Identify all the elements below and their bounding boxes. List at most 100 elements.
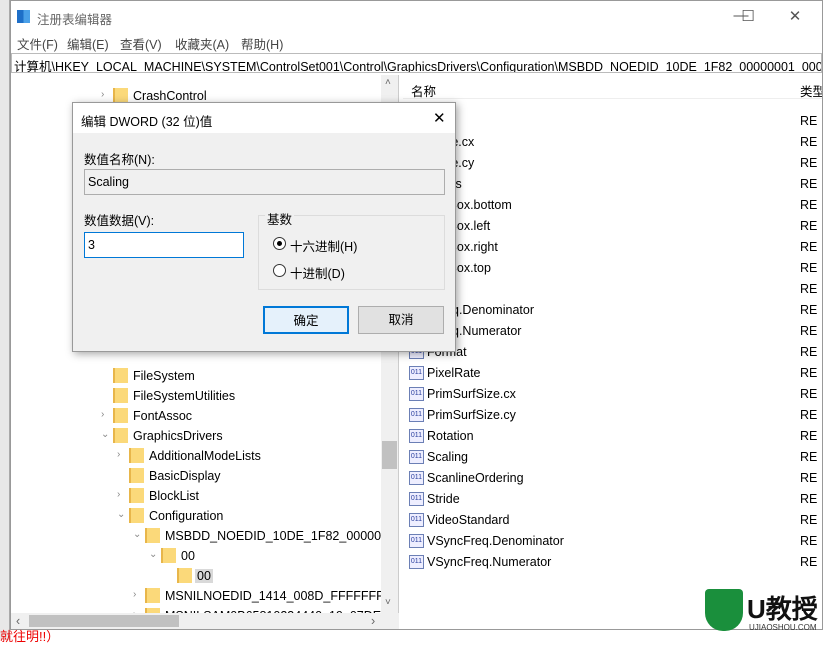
value-row[interactable]: 011 PrimSurfSize.cy RE: [403, 405, 822, 426]
dialog-title-bar: 编辑 DWORD (32 位)值 ✕: [73, 103, 455, 133]
tree-item[interactable]: ›MSNILSAM0B65810234440_19_07DE_: [11, 606, 388, 613]
value-row[interactable]: 011ClipBox.bottomRE: [403, 195, 822, 216]
tree-horizontal-scrollbar[interactable]: ‹ ›: [11, 613, 399, 629]
value-row[interactable]: 011eSize.cxRE: [403, 132, 822, 153]
cancel-button[interactable]: 取消: [358, 306, 444, 334]
dialog-close-button[interactable]: ✕: [433, 109, 446, 127]
tree-item-label[interactable]: CrashControl: [131, 89, 209, 103]
tree-item-label[interactable]: AdditionalModeLists: [147, 449, 263, 463]
column-type[interactable]: 类型: [800, 81, 822, 100]
scroll-up-icon[interactable]: ˄: [385, 77, 391, 88]
ok-button[interactable]: 确定: [263, 306, 349, 334]
expand-arrow-icon[interactable]: ⌄: [133, 529, 141, 540]
tree-item-label[interactable]: FontAssoc: [131, 409, 194, 423]
tree-item-label[interactable]: MSNILNOEDID_1414_008D_FFFFFFFF_F: [163, 589, 398, 603]
value-row[interactable]: 011)RE: [403, 111, 822, 132]
value-row[interactable]: 011 Scaling RE: [403, 447, 822, 468]
value-row[interactable]: 011 ScanlineOrdering RE: [403, 468, 822, 489]
hex-label[interactable]: 十六进制(H): [290, 236, 357, 255]
value-data-label: 数值数据(V):: [84, 214, 155, 228]
column-name[interactable]: 名称: [411, 81, 436, 100]
value-row[interactable]: 011RE: [403, 279, 822, 300]
expand-arrow-icon[interactable]: ›: [117, 449, 120, 460]
menu-help[interactable]: 帮助(H): [241, 34, 283, 53]
value-row[interactable]: 011 Rotation RE: [403, 426, 822, 447]
watermark-logo: U教授 UJIAOSHOU.COM: [705, 585, 825, 640]
tree-item-label[interactable]: 00: [179, 549, 197, 563]
expand-arrow-icon[interactable]: ›: [117, 489, 120, 500]
watermark-sub: UJIAOSHOU.COM: [749, 623, 817, 632]
value-row[interactable]: 011 Stride RE: [403, 489, 822, 510]
tree-item-label[interactable]: FileSystemUtilities: [131, 389, 237, 403]
tree-item[interactable]: ⌄ 00: [11, 546, 381, 566]
value-name: PrimSurfSize.cy: [427, 408, 516, 422]
folder-icon: [161, 548, 176, 563]
menu-view[interactable]: 查看(V): [120, 34, 162, 53]
tree-item[interactable]: 00: [11, 566, 381, 586]
expand-arrow-icon[interactable]: ›: [101, 89, 104, 100]
menu-favorites[interactable]: 收藏夹(A): [175, 34, 229, 53]
value-row[interactable]: 011ClipBox.topRE: [403, 258, 822, 279]
expand-arrow-icon[interactable]: ⌄: [149, 549, 157, 560]
tree-item-label[interactable]: Configuration: [147, 509, 225, 523]
value-row[interactable]: 011cFreq.NumeratorRE: [403, 321, 822, 342]
value-row[interactable]: 011rBasisRE: [403, 174, 822, 195]
tree-item[interactable]: BasicDisplay: [11, 466, 381, 486]
value-row[interactable]: 011 PixelRate RE: [403, 363, 822, 384]
expand-arrow-icon[interactable]: ›: [133, 589, 136, 600]
menu-edit[interactable]: 编辑(E): [67, 34, 109, 53]
shield-icon: [705, 589, 743, 631]
tree-item[interactable]: › BlockList: [11, 486, 381, 506]
hex-radio[interactable]: [273, 237, 286, 250]
tree-item-label[interactable]: MSBDD_NOEDID_10DE_1F82_0000000: [163, 529, 397, 543]
value-row[interactable]: 011 PrimSurfSize.cx RE: [403, 384, 822, 405]
value-type: RE: [800, 324, 818, 338]
value-row[interactable]: 011 VSyncFreq.Numerator RE: [403, 552, 822, 573]
tree-item[interactable]: › AdditionalModeLists: [11, 446, 381, 466]
tree-item[interactable]: › FontAssoc: [11, 406, 381, 426]
close-button[interactable]: ✕: [785, 7, 805, 27]
tree-item-label[interactable]: 00: [195, 569, 213, 583]
value-row[interactable]: 011ClipBox.leftRE: [403, 216, 822, 237]
value-row[interactable]: 011eSize.cyRE: [403, 153, 822, 174]
window-title: 注册表编辑器: [37, 13, 113, 27]
tree-item-label[interactable]: BasicDisplay: [147, 469, 223, 483]
tree-item[interactable]: ⌄ MSBDD_NOEDID_10DE_1F82_0000000: [11, 526, 395, 546]
edit-dword-dialog: 编辑 DWORD (32 位)值 ✕ 数值名称(N): Scaling 数值数据…: [72, 102, 456, 352]
dword-value-icon: 011: [409, 387, 424, 401]
value-row[interactable]: 011 VideoStandard RE: [403, 510, 822, 531]
dword-value-icon: 011: [409, 450, 424, 464]
scroll-down-icon[interactable]: ˅: [385, 597, 391, 608]
tree-item[interactable]: FileSystem: [11, 366, 381, 386]
value-type: RE: [800, 429, 818, 443]
dword-value-icon: 011: [409, 408, 424, 422]
maximize-button[interactable]: ☐: [738, 7, 758, 27]
address-bar[interactable]: 计算机\HKEY_LOCAL_MACHINE\SYSTEM\ControlSet…: [11, 53, 822, 73]
expand-arrow-icon[interactable]: ›: [101, 409, 104, 420]
value-row[interactable]: 011FormatRE: [403, 342, 822, 363]
expand-arrow-icon[interactable]: ⌄: [117, 509, 125, 520]
tree-item[interactable]: FileSystemUtilities: [11, 386, 381, 406]
tree-item-label[interactable]: BlockList: [147, 489, 201, 503]
tree-item[interactable]: › MSNILNOEDID_1414_008D_FFFFFFFF_F: [11, 586, 398, 606]
scroll-thumb[interactable]: [382, 441, 397, 469]
value-type: RE: [800, 177, 818, 191]
value-row[interactable]: 011cFreq.DenominatorRE: [403, 300, 822, 321]
value-type: RE: [800, 555, 818, 569]
folder-icon: [129, 468, 144, 483]
dec-label[interactable]: 十进制(D): [290, 263, 345, 282]
dec-radio[interactable]: [273, 264, 286, 277]
value-data-input[interactable]: 3: [84, 232, 244, 258]
tree-item[interactable]: ⌄ Configuration: [11, 506, 381, 526]
value-row[interactable]: 011 VSyncFreq.Denominator RE: [403, 531, 822, 552]
tree-item-label[interactable]: GraphicsDrivers: [131, 429, 225, 443]
scroll-right-icon[interactable]: ›: [371, 614, 375, 628]
expand-arrow-icon[interactable]: ⌄: [101, 429, 109, 440]
value-name: Scaling: [427, 450, 468, 464]
tree-item[interactable]: ⌄ GraphicsDrivers: [11, 426, 381, 446]
value-row[interactable]: 011ClipBox.rightRE: [403, 237, 822, 258]
tree-item-label[interactable]: FileSystem: [131, 369, 197, 383]
value-name: PixelRate: [427, 366, 481, 380]
value-type: RE: [800, 534, 818, 548]
menu-file[interactable]: 文件(F): [17, 34, 58, 53]
